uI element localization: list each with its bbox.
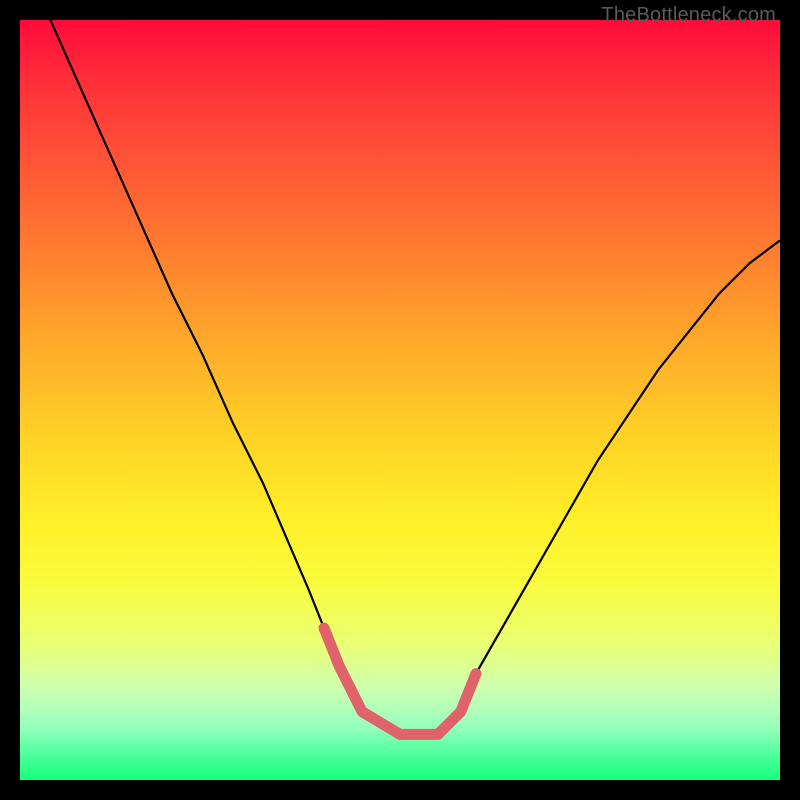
plot-area — [20, 20, 780, 780]
highlight-segment — [324, 628, 476, 734]
chart-frame: TheBottleneck.com — [0, 0, 800, 800]
curve-layer — [20, 20, 780, 780]
watermark-text: TheBottleneck.com — [601, 4, 776, 27]
bottleneck-curve — [50, 20, 780, 734]
